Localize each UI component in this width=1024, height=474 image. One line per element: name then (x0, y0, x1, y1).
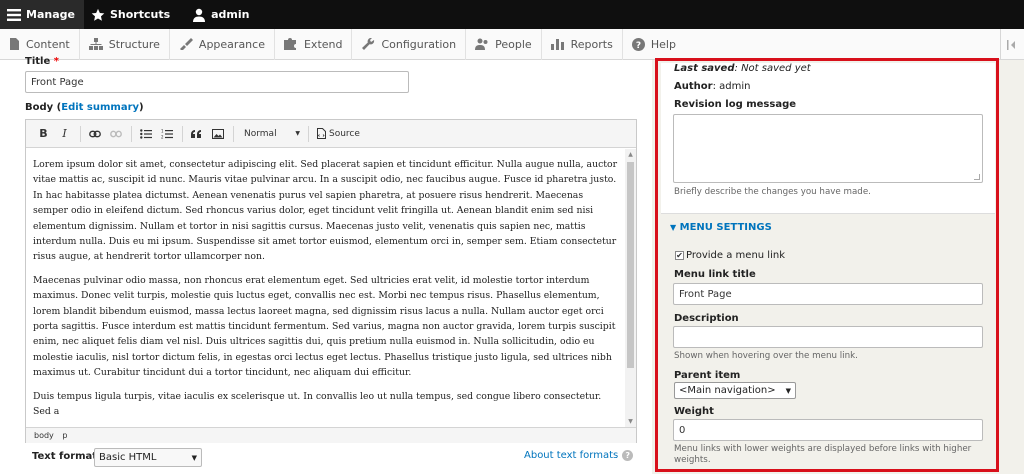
scroll-down-icon[interactable]: ▼ (626, 417, 635, 426)
menu-item-appearance-label: Appearance (198, 37, 265, 51)
menu-item-content[interactable]: Content (0, 28, 80, 60)
menu-item-appearance[interactable]: Appearance (170, 28, 275, 60)
quote-icon (191, 129, 201, 138)
bar-chart-icon (550, 39, 564, 50)
hamburger-icon (7, 8, 21, 21)
element-path-bar: body p (26, 427, 636, 443)
menu-item-reports[interactable]: Reports (542, 28, 623, 60)
user-icon (193, 8, 206, 22)
toolbar-divider (131, 125, 132, 142)
menu-item-content-label: Content (26, 37, 70, 51)
wrench-icon (362, 38, 375, 50)
editor-scrollbar[interactable]: ▲ ▼ (625, 149, 636, 427)
text-format-label: Text format (32, 451, 98, 462)
path-body[interactable]: body (34, 431, 54, 440)
help-icon: ? (622, 450, 634, 461)
toolbar-divider (80, 125, 81, 142)
toolbar-divider (233, 125, 234, 142)
about-text-formats-label: About text formats (524, 450, 619, 461)
about-text-formats-link[interactable]: About text formats ? (524, 450, 634, 461)
toolbar-divider (182, 125, 183, 142)
title-input[interactable]: Front Page (25, 71, 409, 93)
scroll-up-icon[interactable]: ▲ (626, 150, 635, 159)
menu-item-help[interactable]: ? Help (623, 29, 685, 60)
source-icon (317, 128, 326, 139)
title-label: Title * (25, 56, 59, 67)
editor-toolbar: B I 12 Normal ▼ Source (26, 120, 636, 148)
help-icon: ? (631, 37, 645, 51)
manage-label: Manage (26, 8, 75, 21)
menu-item-configuration[interactable]: Configuration (352, 28, 467, 60)
bulleted-list-button[interactable] (136, 125, 155, 143)
svg-text:?: ? (636, 41, 641, 51)
editor-paragraph: Maecenas pulvinar odio massa, non rhoncu… (33, 274, 616, 379)
text-format-select[interactable]: Basic HTML ▼ (94, 448, 202, 467)
user-label: admin (211, 8, 250, 21)
source-button-label: Source (329, 128, 360, 139)
content-icon (10, 38, 19, 50)
menu-item-configuration-label: Configuration (381, 37, 457, 51)
caret-down-icon: ▼ (295, 130, 300, 137)
star-icon (91, 8, 105, 21)
format-dropdown[interactable]: Normal ▼ (238, 129, 304, 139)
svg-text:1: 1 (161, 129, 164, 134)
people-icon (475, 38, 488, 50)
menu-item-help-label: Help (650, 37, 676, 51)
puzzle-icon (283, 38, 296, 50)
edit-summary-link[interactable]: Edit summary (61, 102, 139, 113)
paintbrush-icon (179, 38, 193, 50)
user-tab[interactable]: admin (185, 0, 258, 29)
toolbar-divider (308, 125, 309, 142)
shortcuts-label: Shortcuts (109, 8, 171, 21)
title-input-value: Front Page (31, 76, 84, 88)
editor-paragraph: Duis tempus ligula turpis, vitae iaculis… (33, 390, 602, 418)
highlight-frame (655, 58, 999, 472)
source-button[interactable]: Source (317, 128, 360, 139)
bold-button[interactable]: B (34, 125, 53, 143)
bulleted-list-icon (139, 128, 152, 139)
menu-item-structure-label: Structure (108, 37, 160, 51)
path-p[interactable]: p (62, 431, 67, 440)
body-label: Body (Edit summary) (25, 102, 144, 113)
orientation-icon (1006, 39, 1015, 50)
editor-content[interactable]: Lorem ipsum dolor sit amet, consectetur … (26, 149, 624, 427)
editor-paragraph: Lorem ipsum dolor sit amet, consectetur … (33, 159, 618, 263)
admin-toolbar: Manage Shortcuts admin (0, 0, 1024, 29)
text-format-value: Basic HTML (99, 452, 157, 463)
unlink-button[interactable] (106, 125, 125, 143)
scrollbar-thumb[interactable] (627, 162, 634, 368)
body-editor: B I 12 Normal ▼ Source Lorem ipsum dolor… (25, 119, 637, 443)
image-icon (211, 128, 224, 139)
menu-item-people-label: People (495, 37, 532, 51)
link-button[interactable] (85, 125, 104, 143)
link-icon (88, 130, 101, 137)
numbered-list-button[interactable]: 12 (157, 125, 176, 143)
structure-icon (88, 38, 103, 50)
italic-button[interactable]: I (55, 125, 74, 143)
admin-menu: Content Structure Appearance Extend Conf… (0, 28, 1024, 60)
caret-down-icon: ▼ (191, 453, 197, 462)
image-button[interactable] (208, 125, 227, 143)
format-dropdown-value: Normal (244, 128, 277, 139)
menu-item-extend-label: Extend (303, 37, 343, 51)
toolbar-orientation-toggle[interactable] (1000, 29, 1024, 60)
menu-item-reports-label: Reports (570, 37, 613, 51)
menu-item-people[interactable]: People (466, 28, 542, 60)
shortcuts-tab[interactable]: Shortcuts (84, 0, 179, 29)
unlink-icon (109, 130, 122, 137)
manage-tab[interactable]: Manage (0, 0, 84, 29)
svg-text:2: 2 (161, 134, 164, 139)
numbered-list-icon: 12 (161, 129, 173, 139)
menu-item-structure[interactable]: Structure (80, 28, 170, 60)
menu-item-extend[interactable]: Extend (275, 28, 353, 60)
blockquote-button[interactable] (187, 125, 206, 143)
